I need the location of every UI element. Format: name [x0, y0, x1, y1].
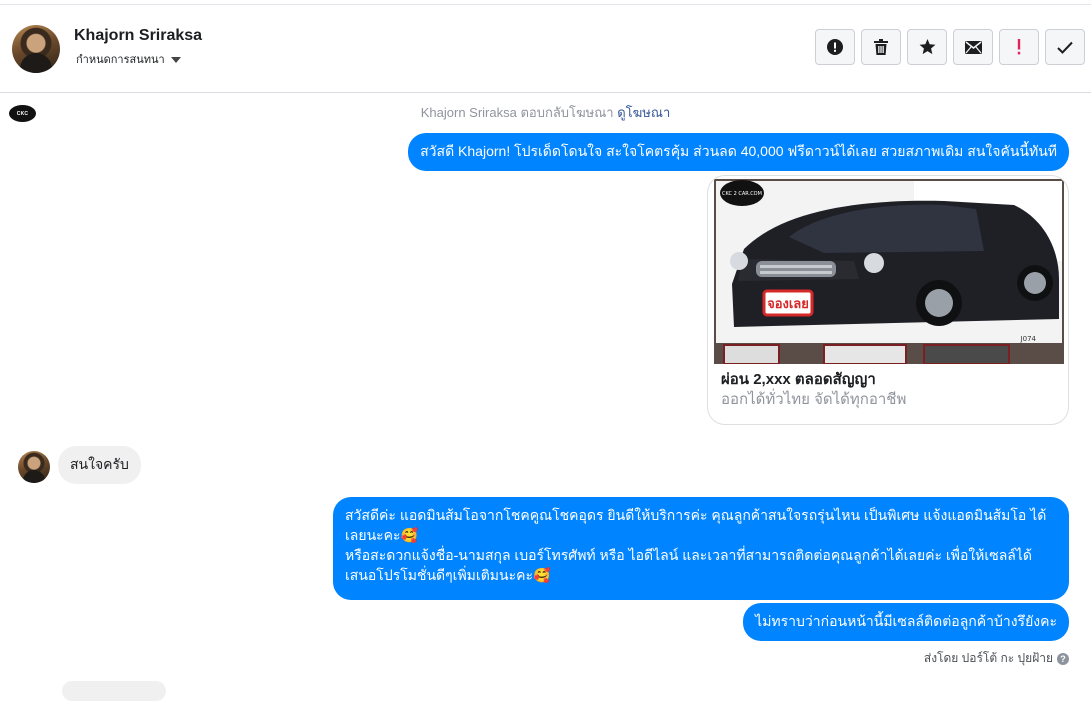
trash-icon	[874, 39, 888, 55]
car-photo: จองเลย J074 CKC 2 CAR.COM	[714, 179, 1064, 364]
avatar[interactable]	[12, 25, 60, 73]
assign-label: กำหนดการสนทนา	[76, 54, 165, 66]
ad-reply-text: Khajorn Sriraksa ตอบกลับโฆษณา	[420, 105, 614, 120]
message-line: หรือสะดวกแจ้งชื่อ-นามสกุล เบอร์โทรศัพท์ …	[345, 547, 1032, 583]
sent-by-label: ส่งโดย ปอร์โต้ กะ ปุยฝ้าย ?	[924, 649, 1069, 668]
exclamation-icon	[1017, 39, 1021, 55]
message-text: สวัสดี Khajorn! โปรเด็ดโดนใจ สะใจโคตรคุ้…	[420, 143, 1057, 159]
outgoing-message[interactable]: สวัสดี Khajorn! โปรเด็ดโดนใจ สะใจโคตรคุ้…	[408, 133, 1069, 171]
chevron-down-icon	[170, 56, 181, 63]
sender-avatar[interactable]	[18, 451, 50, 483]
follow-up-button[interactable]	[999, 29, 1039, 65]
check-icon	[1057, 41, 1073, 54]
assign-conversation-dropdown[interactable]: กำหนดการสนทนา	[76, 50, 181, 68]
message-thread: CKC Khajorn Sriraksa ตอบกลับโฆษณา ดูโฆษณ…	[0, 93, 1091, 701]
envelope-icon	[964, 40, 982, 54]
card-sticker: จองเลย	[767, 297, 809, 312]
outgoing-message[interactable]: ไม่ทราบว่าก่อนหน้านี้มีเซลล์ติดต่อลูกค้า…	[743, 603, 1069, 641]
star-icon	[919, 39, 935, 55]
ad-card[interactable]: จองเลย J074 CKC 2 CAR.COM ผ่อน 2,xxx ตลอ…	[707, 175, 1069, 425]
star-button[interactable]	[907, 29, 947, 65]
ad-reply-note: Khajorn Sriraksa ตอบกลับโฆษณา ดูโฆษณา	[0, 102, 1091, 123]
car-image: จองเลย J074 CKC 2 CAR.COM	[714, 179, 1064, 364]
contact-name[interactable]: Khajorn Sriraksa	[74, 27, 202, 45]
message-text: ไม่ทราบว่าก่อนหน้านี้มีเซลล์ติดต่อลูกค้า…	[755, 613, 1057, 629]
help-icon[interactable]: ?	[1057, 652, 1069, 665]
conversation-header: Khajorn Sriraksa กำหนดการสนทนา	[0, 5, 1091, 93]
mark-spam-button[interactable]	[815, 29, 855, 65]
sent-by-text: ส่งโดย ปอร์โต้ กะ ปุยฝ้าย	[923, 651, 1053, 665]
card-subtitle: ออกได้ทั่วไทย จัดได้ทุกอาชีพ	[721, 391, 907, 408]
card-plate: J074	[1020, 335, 1037, 343]
message-text: สนใจครับ	[70, 456, 129, 472]
mark-unread-button[interactable]	[953, 29, 993, 65]
incoming-message-partial	[62, 681, 166, 701]
exclamation-circle-icon	[827, 39, 843, 55]
mark-done-button[interactable]	[1045, 29, 1085, 65]
card-watermark: CKC 2 CAR.COM	[722, 191, 762, 197]
outgoing-message[interactable]: สวัสดีค่ะ แอดมินส้มโอจากโชคคูณโชคอุดร ยิ…	[333, 497, 1069, 600]
action-toolbar	[815, 29, 1085, 65]
message-line: สวัสดีค่ะ แอดมินส้มโอจากโชคคูณโชคอุดร ยิ…	[345, 507, 1047, 543]
view-ad-link[interactable]: ดูโฆษณา	[617, 105, 670, 120]
delete-button[interactable]	[861, 29, 901, 65]
incoming-message[interactable]: สนใจครับ	[58, 446, 141, 484]
